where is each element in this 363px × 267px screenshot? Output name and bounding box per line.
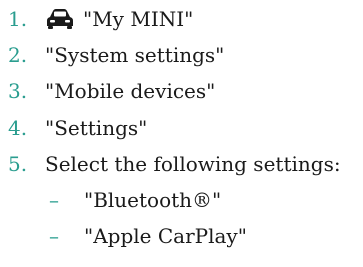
car-icon bbox=[45, 8, 75, 30]
sub-item-text: "Apple CarPlay" bbox=[84, 224, 247, 248]
step-number: 3. bbox=[8, 79, 28, 103]
step-text: "My MINI" bbox=[83, 7, 194, 31]
step-text: "Mobile devices" bbox=[45, 79, 216, 103]
step-text: Select the following settings: bbox=[45, 152, 341, 176]
sub-item-text: "Bluetooth®" bbox=[84, 188, 222, 212]
step-5: 5. Select the following settings: bbox=[8, 146, 341, 182]
sub-item-apple-carplay: – "Apple CarPlay" bbox=[49, 218, 247, 254]
step-number: 2. bbox=[8, 43, 28, 67]
step-number: 1. bbox=[8, 7, 28, 31]
step-number: 4. bbox=[8, 116, 28, 140]
dash-bullet: – bbox=[49, 224, 59, 248]
step-text: "Settings" bbox=[45, 116, 148, 140]
step-3: 3. "Mobile devices" bbox=[8, 73, 215, 109]
step-4: 4. "Settings" bbox=[8, 110, 147, 146]
step-text: "System settings" bbox=[45, 43, 225, 67]
step-1: 1. "My MINI" bbox=[8, 1, 193, 37]
dash-bullet: – bbox=[49, 188, 59, 212]
step-number: 5. bbox=[8, 152, 28, 176]
step-2: 2. "System settings" bbox=[8, 37, 224, 73]
instruction-steps: 1. "My MINI" 2. "System settings" 3. "Mo… bbox=[0, 0, 363, 267]
sub-item-bluetooth: – "Bluetooth®" bbox=[49, 182, 221, 218]
